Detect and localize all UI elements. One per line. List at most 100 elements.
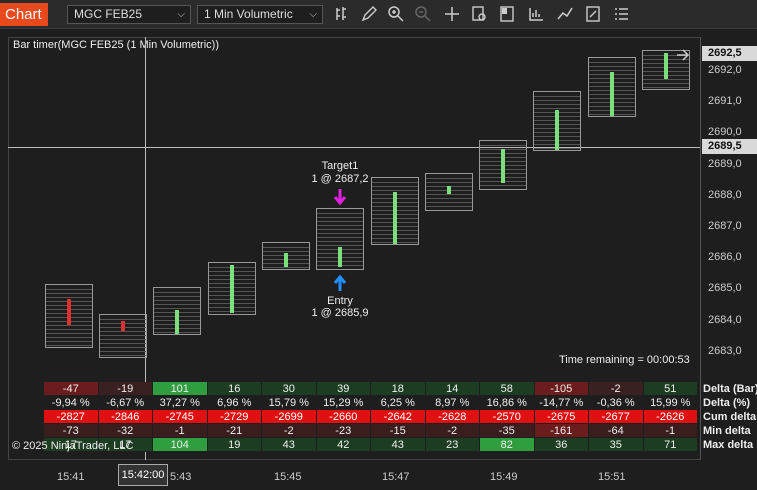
bar-price-row [426,178,472,179]
time-tick: 15:51 [598,471,626,483]
data-box-icon[interactable] [470,5,488,23]
stat-cell-pct: -9,94 % [44,396,99,410]
instrument-value: MGC FEB25 [74,7,143,21]
bar-price-row [46,297,92,298]
target-label: Target1 [321,160,359,172]
stat-cell-cum: -2660 [316,410,371,424]
bar-price-row [589,62,635,63]
zoom-out-icon[interactable] [414,5,432,23]
bar-price-row [100,355,146,356]
bar-price-row [317,241,363,242]
volumetric-bar[interactable] [425,173,473,211]
bar-price-row [589,70,635,71]
volumetric-bar[interactable] [99,314,147,358]
stat-cell-pct: -14,77 % [534,396,589,410]
stat-cell-cum: -2677 [589,410,644,424]
price-tick: 2691,0 [708,95,742,107]
menu-list-icon[interactable] [612,5,630,23]
volumetric-bar[interactable] [371,177,419,245]
stat-cell-max: 43 [371,438,426,452]
bar-price-row [154,296,200,297]
bar-price-row [317,245,363,246]
bar-price-row [426,206,472,207]
bar-price-row [263,267,309,268]
stat-cell-delta: -47 [44,382,99,396]
stat-cell-cum: -2570 [480,410,535,424]
last-price-marker: 2692,5 [702,46,757,61]
volumetric-bar[interactable] [479,140,527,190]
stat-cell-max: 35 [589,438,644,452]
strategies-icon[interactable] [556,5,574,23]
volumetric-bar[interactable] [45,284,93,348]
volumetric-bar[interactable] [316,208,364,270]
stat-cell-cum: -2699 [262,410,317,424]
stat-cell-cum: -2827 [44,410,99,424]
volumetric-bar[interactable] [262,242,310,270]
crosshair-horizontal [8,147,700,148]
target-arrow-icon[interactable] [333,188,347,206]
stat-cell-cum: -2628 [425,410,480,424]
bar-price-row [100,347,146,348]
bar-price-row [480,145,526,146]
volumetric-bar[interactable] [588,57,636,117]
chart-trader-icon[interactable] [498,5,516,23]
indicator-title: Bar timer(MGC FEB25 (1 Min Volumetric)) [13,39,219,51]
copyright-text: © 2025 NinjaTrader, LLC [12,440,134,452]
chevron-down-icon: ⌵ [177,9,185,20]
stat-cell-delta: 51 [643,382,698,396]
volumetric-bar[interactable] [153,287,201,335]
crosshair-price-marker: 2689,5 [702,139,757,154]
volumetric-bar[interactable] [208,262,256,315]
indicators-icon[interactable] [527,5,545,23]
instrument-selector[interactable]: MGC FEB25 ⌵ [67,5,191,24]
bar-price-row [480,185,526,186]
stat-cell-pct: 15,99 % [643,396,698,410]
crosshair-icon[interactable] [443,5,461,23]
entry-arrow-icon[interactable] [333,274,347,292]
stat-cell-pct: 15,79 % [262,396,317,410]
stat-cell-delta: 39 [316,382,371,396]
bar-price-row [46,329,92,330]
stat-cell-min: -35 [480,424,535,438]
price-tick: 2686,0 [708,251,742,263]
stat-cell-cum: -2675 [534,410,589,424]
stat-cell-min: -161 [534,424,589,438]
stat-cell-min: -21 [207,424,262,438]
bar-price-row [426,198,472,199]
bar-price-row [643,83,689,84]
draw-pencil-icon[interactable] [360,5,378,23]
chart-tab[interactable]: Chart [0,3,48,26]
bar-price-row [100,335,146,336]
properties-icon[interactable] [584,5,602,23]
bar-price-row [534,96,580,97]
bar-type-icon[interactable] [333,5,351,23]
stat-cell-cum: -2729 [207,410,262,424]
price-tick: 2688,0 [708,189,742,201]
scroll-right-icon[interactable] [676,48,690,62]
time-tick: 15:45 [274,471,302,483]
interval-selector[interactable]: 1 Min Volumetric ⌵ [197,5,323,24]
zoom-in-icon[interactable] [387,5,405,23]
stat-cell-delta: 58 [480,382,535,396]
bar-price-row [100,351,146,352]
volumetric-bar[interactable] [533,91,581,151]
target-order-text: 1 @ 2687,2 [311,173,369,185]
bar-price-row [317,225,363,226]
stat-cell-max: 104 [153,438,208,452]
bar-price-row [100,319,146,320]
time-axis[interactable] [0,460,757,490]
bar-price-row [100,343,146,344]
bar-price-row [317,233,363,234]
stat-cell-max: 82 [480,438,535,452]
crosshair-time-marker: 15:42:00 [118,464,168,486]
stat-cell-min: -1 [153,424,208,438]
bar-price-row [46,293,92,294]
stat-cell-max: 42 [316,438,371,452]
bar-price-row [372,186,418,187]
bar-price-row [100,339,146,340]
bar-price-row [534,104,580,105]
time-tick: 15:49 [490,471,518,483]
bar-price-row [317,221,363,222]
row-label-delta-bar: Delta (Bar) [703,382,757,396]
stat-cell-max: 19 [207,438,262,452]
